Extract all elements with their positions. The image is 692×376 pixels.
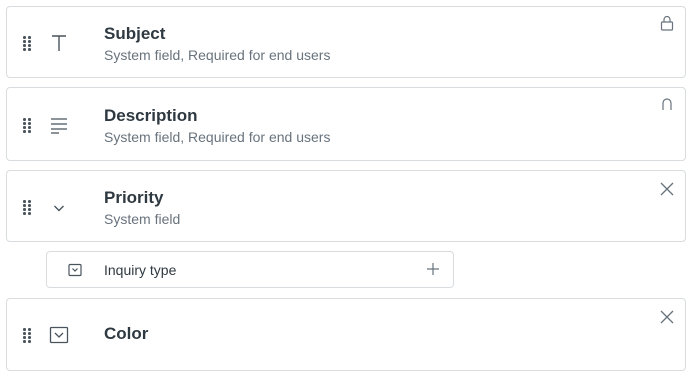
nested-field-label: Inquiry type — [104, 262, 177, 278]
field-title: Color — [104, 324, 149, 343]
field-card-priority[interactable]: Priority System field — [6, 170, 686, 242]
field-card-color[interactable]: Color — [6, 298, 686, 371]
lock-icon — [662, 98, 672, 110]
field-card-subject[interactable]: Subject System field, Required for end u… — [6, 6, 686, 78]
dropdown-box-icon — [49, 326, 69, 344]
close-icon[interactable] — [659, 181, 675, 197]
field-title: Subject — [104, 24, 166, 43]
text-t-icon — [52, 35, 66, 51]
drag-handle-icon[interactable] — [23, 118, 31, 133]
field-subtitle: System field, Required for end users — [104, 47, 331, 63]
field-subtitle: System field, Required for end users — [104, 129, 331, 145]
nested-field-inquiry-type[interactable]: Inquiry type — [46, 251, 454, 288]
field-card-description[interactable]: Description System field, Required for e… — [6, 87, 686, 161]
drag-handle-icon[interactable] — [23, 200, 31, 215]
lock-icon — [660, 15, 674, 31]
drag-handle-icon[interactable] — [23, 328, 31, 343]
field-title: Priority — [104, 188, 164, 207]
field-title: Description — [104, 106, 198, 125]
close-icon[interactable] — [659, 309, 675, 325]
field-subtitle: System field — [104, 211, 181, 227]
plus-icon[interactable] — [426, 262, 440, 276]
dropdown-box-icon — [68, 263, 82, 277]
drag-handle-icon[interactable] — [23, 36, 31, 51]
multiline-text-icon — [51, 118, 67, 134]
chevron-down-icon — [54, 205, 64, 212]
